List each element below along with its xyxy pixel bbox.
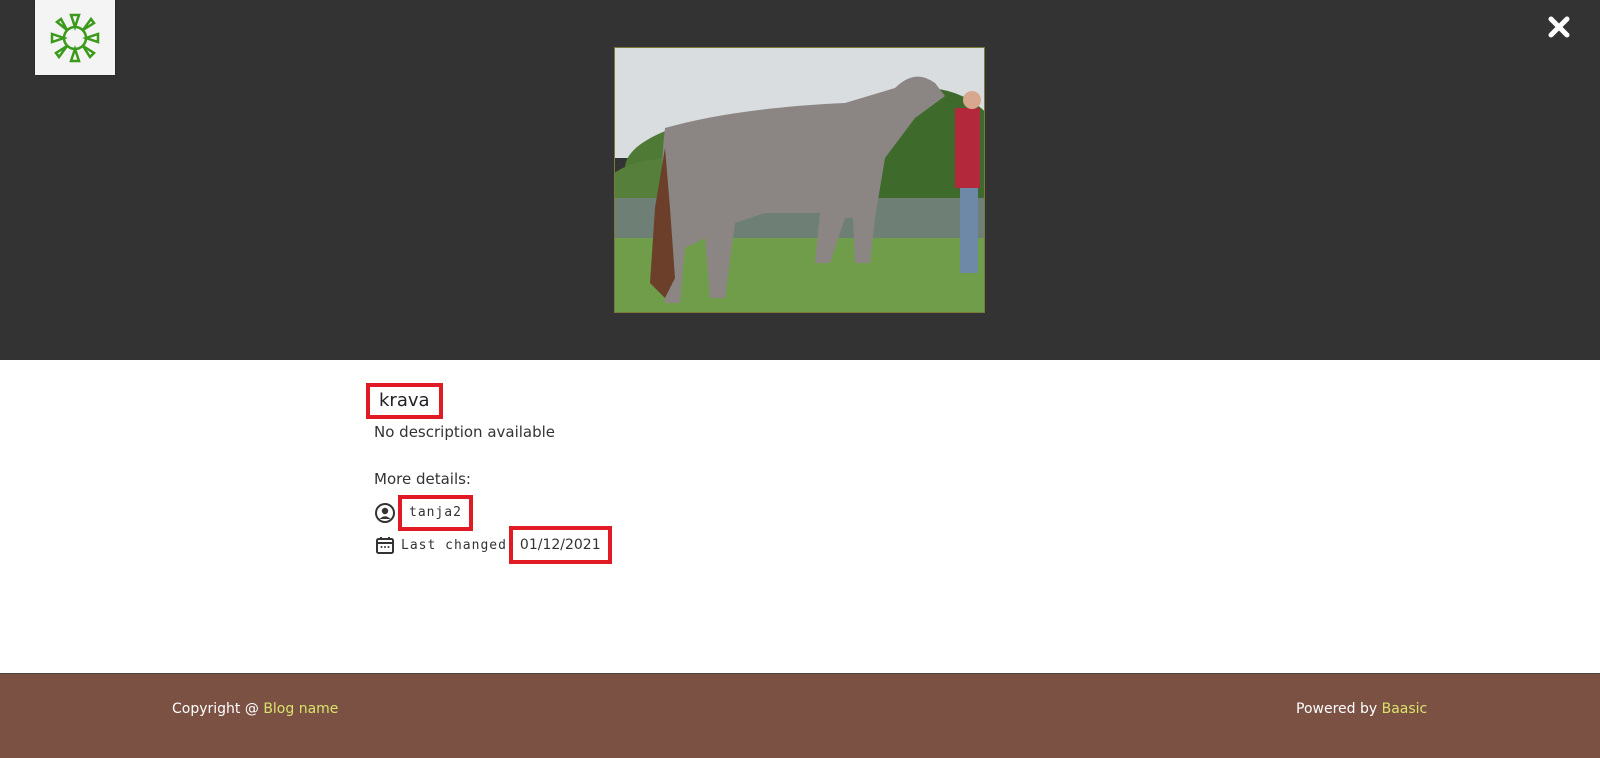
footer: Copyright @ Blog name Powered by Baasic: [0, 673, 1600, 758]
sunburst-logo-icon: [50, 13, 100, 62]
last-changed-row: Last changed 01/12/2021: [374, 526, 612, 564]
item-image: [614, 47, 985, 313]
powered-prefix: Powered by: [1296, 701, 1382, 717]
last-changed-label: Last changed: [401, 537, 507, 553]
close-button[interactable]: [1544, 12, 1574, 42]
more-details-label: More details:: [374, 470, 471, 488]
header-bar: [0, 0, 1600, 360]
copyright-prefix: Copyright @: [172, 701, 264, 717]
cow-photo: [615, 48, 984, 312]
user-icon: [374, 502, 396, 524]
last-changed-date: 01/12/2021: [508, 526, 612, 564]
close-icon: [1548, 16, 1570, 38]
logo[interactable]: [35, 0, 115, 75]
item-title: krava: [366, 383, 443, 419]
powered-by-text: Powered by Baasic: [1296, 701, 1427, 717]
item-description: No description available: [374, 423, 556, 441]
blog-name-link[interactable]: Blog name: [263, 701, 338, 717]
baasic-link[interactable]: Baasic: [1382, 701, 1428, 717]
calendar-icon: [374, 534, 396, 556]
copyright-text: Copyright @ Blog name: [172, 701, 338, 717]
item-details: krava No description available More deta…: [0, 360, 1600, 673]
